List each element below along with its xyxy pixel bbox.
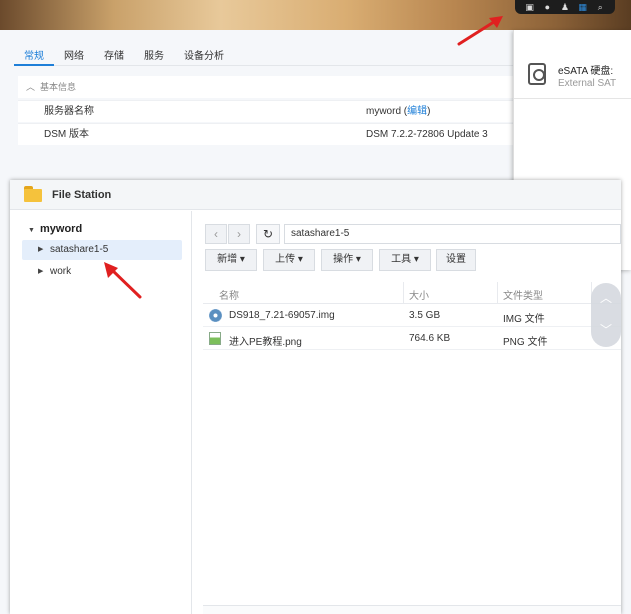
column-size[interactable]: 大小 [409,287,429,302]
annotation-arrow-tray [457,16,503,46]
column-name[interactable]: 名称 [219,287,239,302]
section-label: 基本信息 [40,82,77,92]
column-type[interactable]: 文件类型 [503,287,543,302]
tree-item-label: satashare1-5 [50,244,109,255]
tree-root-myword[interactable]: myword [40,223,82,235]
action-button[interactable]: 操作 ▾ [321,249,373,271]
forward-button[interactable]: › [228,224,250,244]
annotation-arrow-folder [104,262,142,299]
table-row[interactable]: 进入PE教程.png 764.6 KB PNG 文件 [203,328,621,350]
esata-disk-item[interactable]: eSATA 硬盘: External SAT [524,60,631,96]
edit-link[interactable]: 编辑 [407,106,427,117]
back-button[interactable]: ‹ [205,224,227,244]
tree-item-label: work [50,266,72,277]
tab-network[interactable]: 网络 [54,40,94,66]
server-name-text: myword [366,106,402,117]
column-divider[interactable] [497,282,498,304]
dsm-version-label: DSM 版本 [44,129,89,140]
server-name-label: 服务器名称 [44,106,94,117]
folder-icon [24,186,42,202]
scroll-control[interactable]: ︿ ﹀ [591,283,621,347]
disk-image-icon [209,309,222,322]
column-divider[interactable] [403,282,404,304]
new-button[interactable]: 新增 ▾ [205,249,257,271]
esata-subtitle: External SAT [558,78,617,89]
info-row-dsm-version: DSM 版本 DSM 7.2.2-72806 Update 3 [18,123,518,145]
info-row-server-name: 服务器名称 myword (编辑) [18,100,518,122]
server-name-value: myword (编辑) [366,106,431,117]
scroll-up-icon[interactable]: ︿ [591,289,621,306]
control-panel-tabs: 常规 网络 存储 服务 设备分析 [14,40,514,66]
upload-button[interactable]: 上传 ▾ [263,249,315,271]
file-size: 3.5 GB [409,310,441,321]
path-input[interactable]: satashare1-5 [284,224,621,244]
file-station-window: File Station ▼ myword ▶ satashare1-5 ▶ w… [10,180,621,614]
file-list-header: 名称 大小 文件类型 [203,282,621,304]
search-icon[interactable]: ⌕ [593,1,607,13]
file-list-pane: ‹ › ↻ satashare1-5 新增 ▾ 上传 ▾ 操作 ▾ 工具 ▾ 设… [193,211,621,614]
esata-title: eSATA 硬盘: [558,66,614,77]
section-basic-info[interactable]: ︿ 基本信息 [18,76,518,98]
status-bar [203,605,621,614]
file-name: DS918_7.21-69057.img [229,310,335,321]
file-size: 764.6 KB [409,333,451,344]
upload-label: 上传 [275,254,296,265]
scroll-down-icon[interactable]: ﹀ [591,321,621,338]
file-type: IMG 文件 [503,314,545,325]
dsm-version-value: DSM 7.2.2-72806 Update 3 [366,129,488,140]
caret-right-icon[interactable]: ▶ [38,240,43,260]
notification-icon[interactable]: ● [540,1,554,13]
file-type: PNG 文件 [503,337,548,348]
window-titlebar[interactable]: File Station [10,180,621,210]
tab-general[interactable]: 常规 [14,40,54,66]
caret-down-icon[interactable]: ▼ [28,227,35,234]
action-label: 操作 [333,254,354,265]
tree-item-satashare[interactable]: ▶ satashare1-5 [22,240,182,260]
chevron-up-icon: ︿ [26,82,36,92]
tab-device-analytics[interactable]: 设备分析 [174,40,234,66]
external-device-icon[interactable]: ▣ [523,1,537,13]
tools-button[interactable]: 工具 ▾ [379,249,431,271]
file-name: 进入PE教程.png [229,337,302,348]
settings-button[interactable]: 设置 [436,249,476,271]
image-file-icon [209,332,221,345]
user-icon[interactable]: ♟ [558,1,572,13]
system-tray: ▣ ● ♟ ▦ ⌕ [515,0,615,14]
tab-services[interactable]: 服务 [134,40,174,66]
tab-storage[interactable]: 存储 [94,40,134,66]
new-label: 新增 [217,254,238,265]
divider [514,98,631,99]
widgets-icon[interactable]: ▦ [576,1,590,13]
caret-right-icon[interactable]: ▶ [38,262,43,282]
disk-icon [528,63,546,85]
tools-label: 工具 [391,254,412,265]
refresh-button[interactable]: ↻ [256,224,280,244]
table-row[interactable]: DS918_7.21-69057.img 3.5 GB IMG 文件 [203,305,621,327]
window-title: File Station [52,189,112,201]
